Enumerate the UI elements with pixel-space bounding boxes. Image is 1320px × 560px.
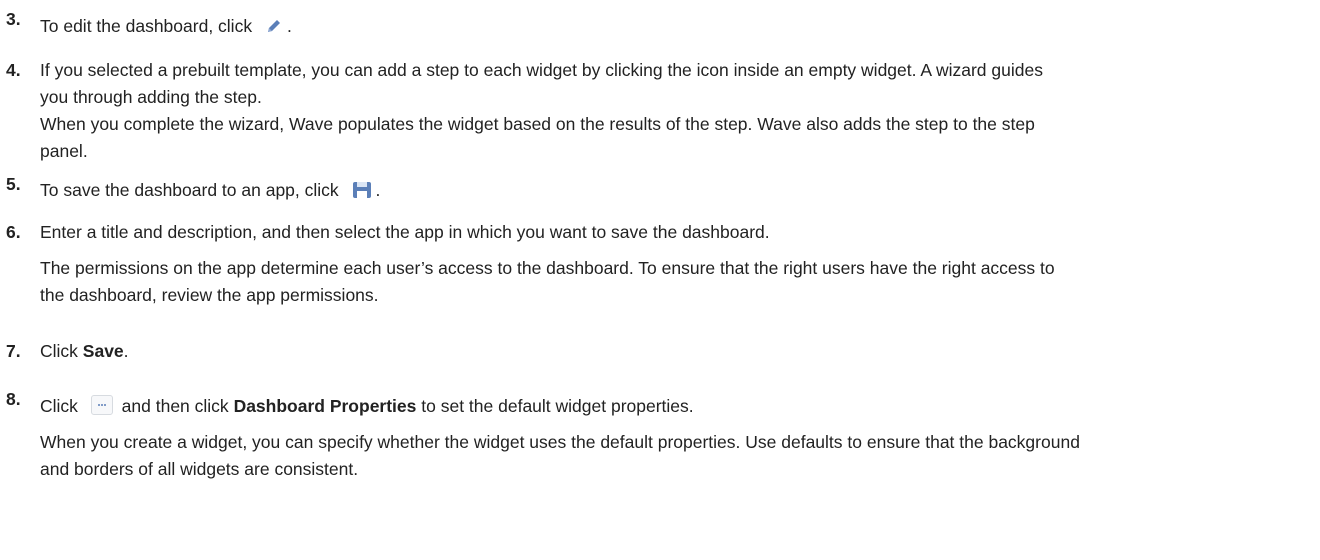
step-text-before: To edit the dashboard, click — [40, 16, 253, 36]
save-label: Save — [82, 341, 124, 361]
step-number: 3. — [6, 9, 21, 29]
pencil-icon — [265, 16, 283, 34]
step-text-after: . — [123, 341, 129, 361]
more-icon — [90, 395, 113, 416]
step-text: Click Save. — [40, 338, 1312, 365]
step-paragraph: and borders of all widgets are consisten… — [40, 459, 359, 479]
document-page: 3. To edit the dashboard, click . 4. If … — [0, 0, 1320, 560]
step-paragraph: Enter a title and description, and then … — [40, 222, 770, 242]
step-paragraph: the dashboard, review the app permission… — [40, 285, 379, 305]
step-paragraph: When you complete the wizard, Wave popul… — [40, 114, 1035, 134]
step-paragraph: If you selected a prebuilt template, you… — [40, 60, 1043, 80]
step-text-before: Click — [40, 396, 78, 416]
step-text: To save the dashboard to an app, click . — [40, 177, 1312, 204]
step-text: Click and then click Dashboard Propertie… — [40, 393, 1312, 483]
step-text: If you selected a prebuilt template, you… — [40, 57, 1312, 165]
step-paragraph: panel. — [40, 141, 88, 161]
step-paragraph: The permissions on the app determine eac… — [40, 258, 1055, 278]
step-text-before: To save the dashboard to an app, click — [40, 180, 339, 200]
step-text-before: Click — [40, 341, 78, 361]
step-text-middle: and then click — [121, 396, 229, 416]
step-paragraph: you through adding the step. — [40, 87, 262, 107]
step-number: 4. — [6, 60, 21, 80]
step-paragraph: When you create a widget, you can specif… — [40, 432, 1080, 452]
step-text: Enter a title and description, and then … — [40, 219, 1312, 309]
save-icon — [352, 180, 372, 199]
step-text-after: . — [375, 180, 381, 200]
step-number: 7. — [6, 341, 21, 361]
dashboard-properties-label: Dashboard Properties — [233, 396, 417, 416]
step-text-after: . — [286, 16, 292, 36]
step-number: 8. — [6, 389, 21, 409]
step-number: 6. — [6, 222, 21, 242]
step-text-after: to set the default widget properties. — [421, 396, 694, 416]
step-paragraph: Click and then click Dashboard Propertie… — [40, 393, 1312, 420]
step-text: To edit the dashboard, click . — [40, 13, 1312, 40]
step-number: 5. — [6, 174, 21, 194]
